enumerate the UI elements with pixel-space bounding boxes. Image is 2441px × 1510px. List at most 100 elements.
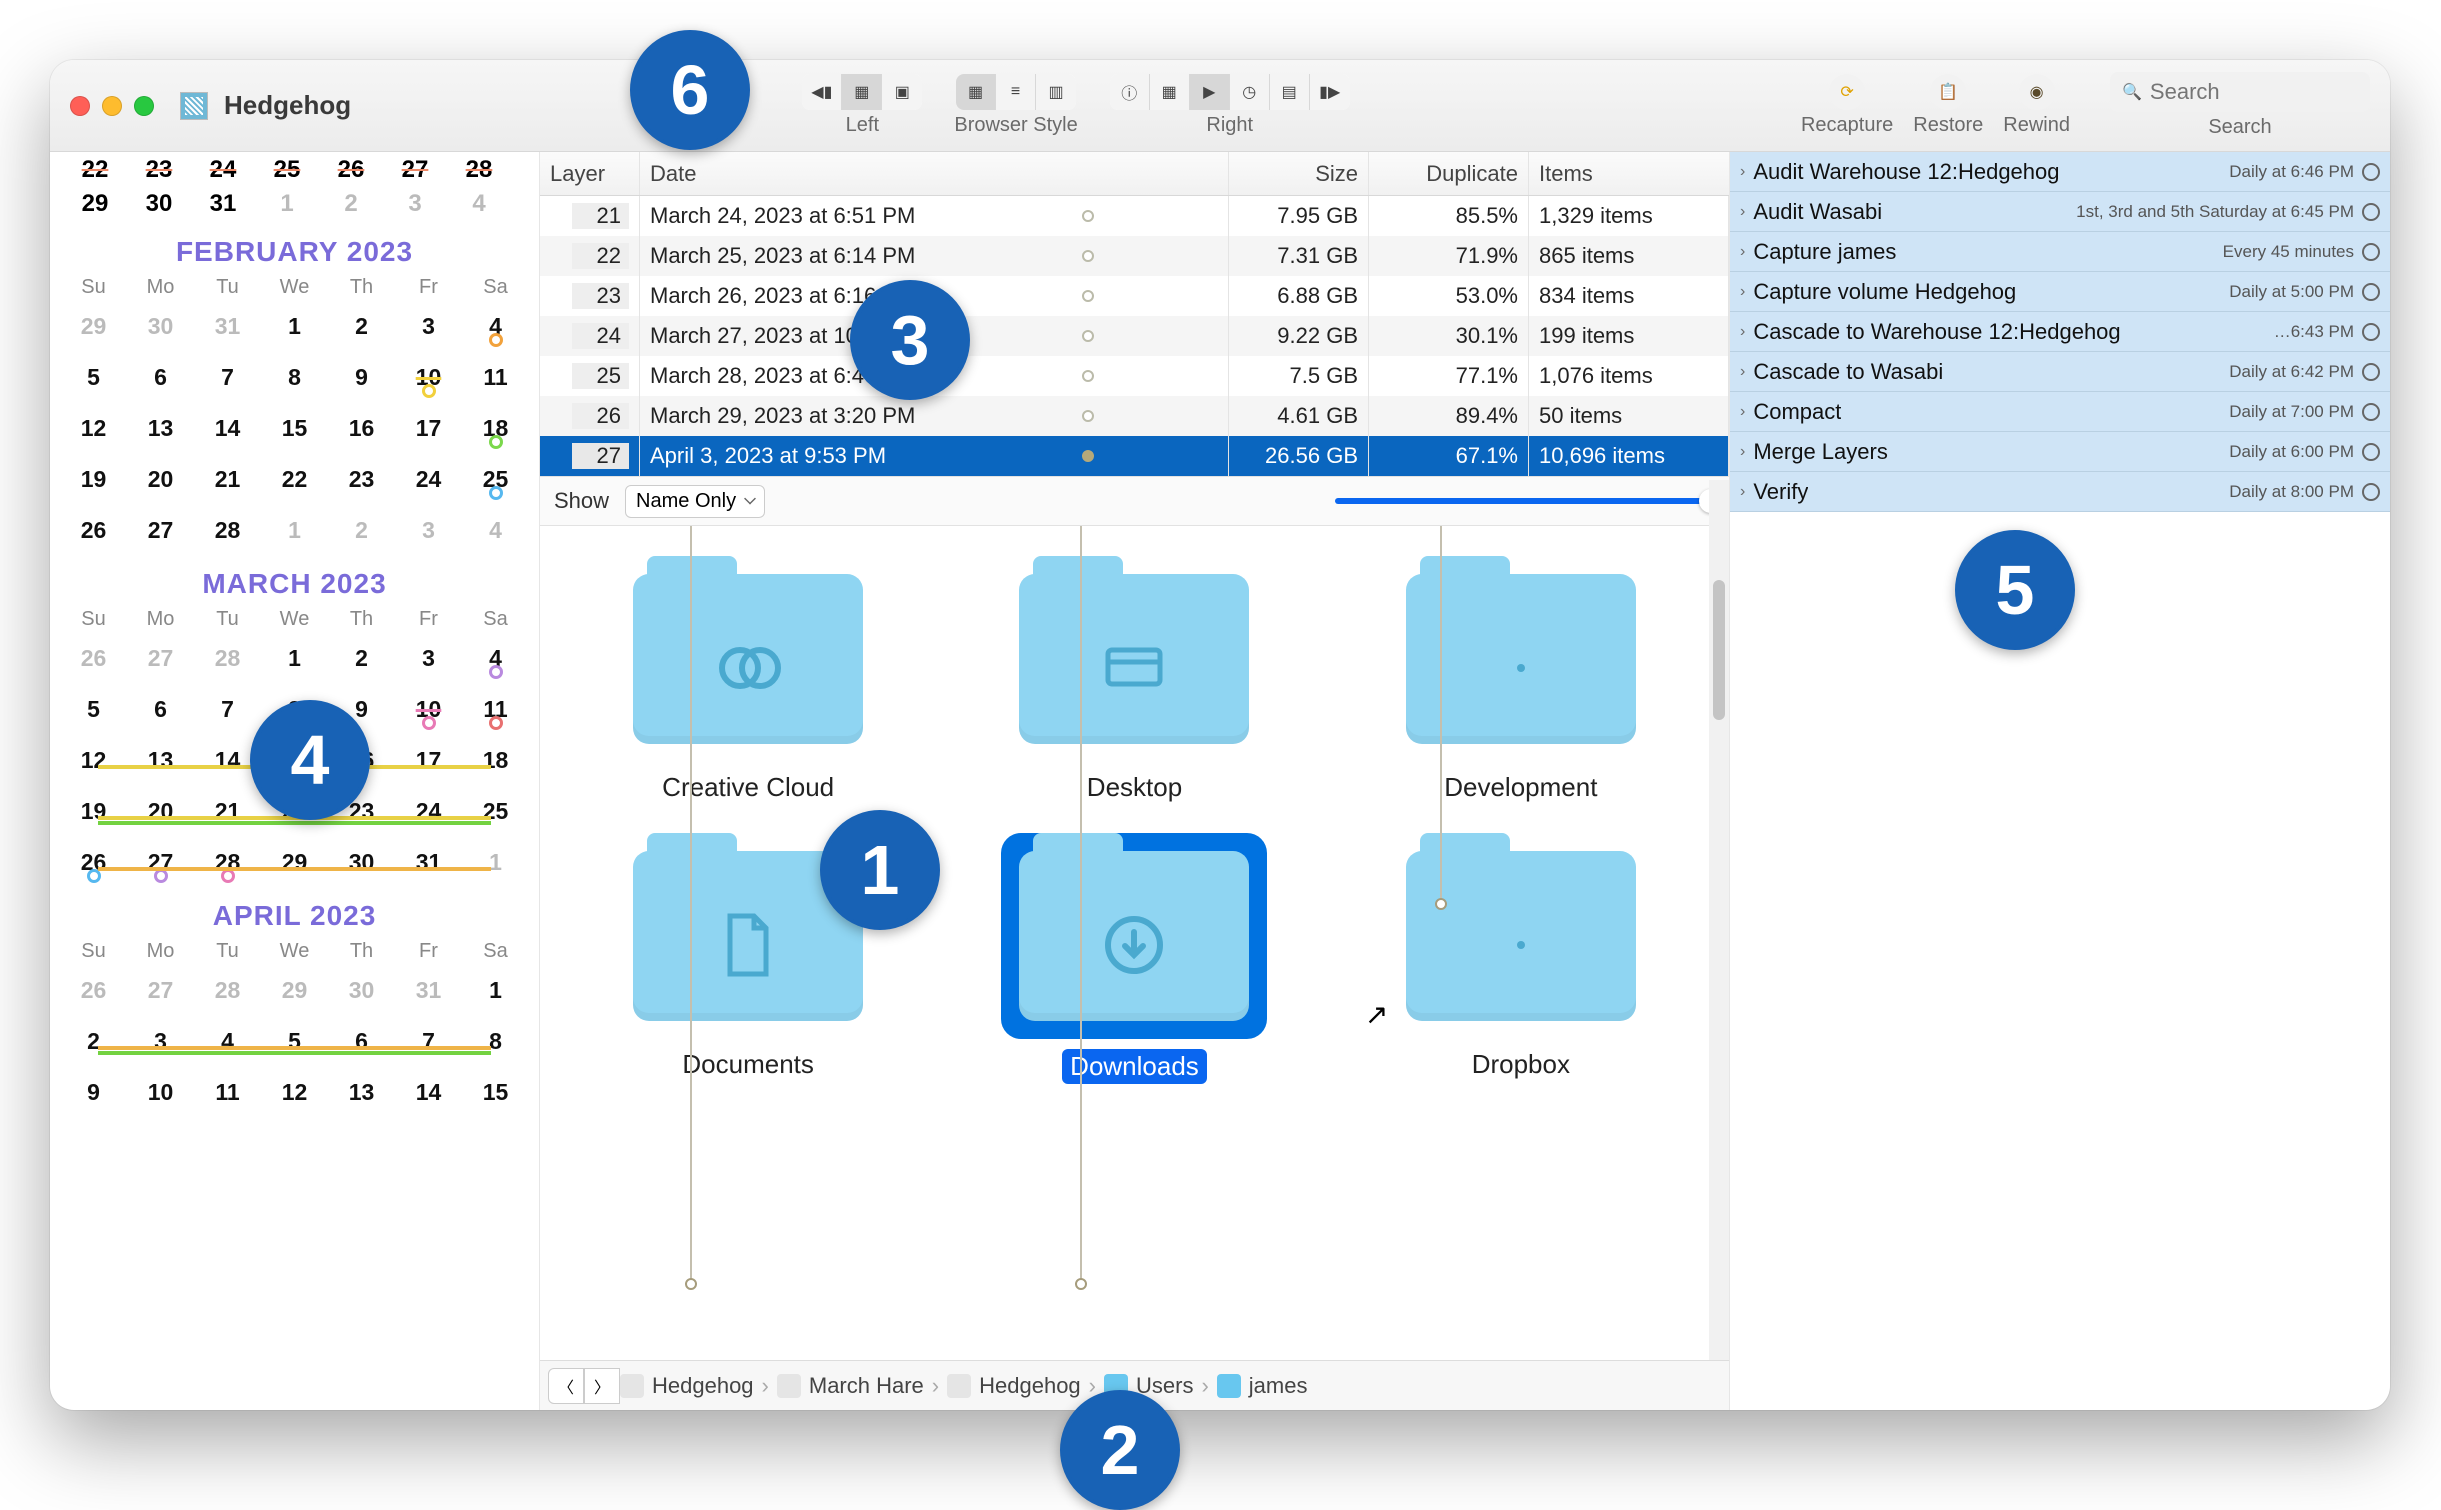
calendar-day[interactable]: 10 — [127, 1067, 194, 1118]
calendar-day[interactable]: 25 — [462, 786, 529, 837]
back-button[interactable]: 〈 — [548, 1368, 584, 1404]
calendar-day[interactable]: 30 — [328, 837, 395, 888]
calendar-day[interactable]: 26 — [60, 505, 127, 556]
layer-row[interactable]: 26 March 29, 2023 at 3:20 PM 4.61 GB 89.… — [540, 396, 1729, 436]
task-row[interactable]: › Cascade to Wasabi Daily at 6:42 PM — [1730, 352, 2390, 392]
breadcrumb[interactable]: Hedgehog›March Hare›Hedgehog›Users›james — [620, 1373, 1307, 1399]
task-row[interactable]: › Capture volume Hedgehog Daily at 5:00 … — [1730, 272, 2390, 312]
calendar-day[interactable]: 12 — [60, 735, 127, 786]
calendar-day[interactable]: 1 — [261, 301, 328, 352]
calendar-day[interactable]: 31 — [194, 301, 261, 352]
calendar-day[interactable]: 14 — [395, 1067, 462, 1118]
right-clock-button[interactable]: ◷ — [1230, 74, 1270, 110]
calendar-day[interactable]: 2 — [60, 1016, 127, 1067]
calendar-day[interactable]: 24 — [395, 786, 462, 837]
calendar-day[interactable]: 1 — [462, 965, 529, 1016]
calendar-day[interactable]: 27 — [127, 965, 194, 1016]
calendar-day[interactable]: 21 — [194, 786, 261, 837]
calendar-day[interactable]: 17 — [395, 403, 462, 454]
calendar-day[interactable]: 19 — [60, 786, 127, 837]
calendar-day[interactable]: 10 — [395, 684, 462, 735]
calendar-day[interactable]: 18 — [462, 735, 529, 786]
right-doc-button[interactable]: ▤ — [1270, 74, 1310, 110]
right-play-button[interactable]: ▶ — [1190, 74, 1230, 110]
calendar-day[interactable]: 4 — [462, 301, 529, 352]
calendar-day[interactable]: 25 — [462, 454, 529, 505]
right-info-button[interactable]: ⓘ — [1110, 74, 1150, 110]
calendar-day[interactable]: 6 — [328, 1016, 395, 1067]
task-row[interactable]: › Verify Daily at 8:00 PM — [1730, 472, 2390, 512]
calendar-day[interactable]: 13 — [127, 403, 194, 454]
calendar-day[interactable]: 18 — [462, 403, 529, 454]
calendar-day[interactable]: 28 — [194, 505, 261, 556]
col-date[interactable]: Date — [640, 152, 1229, 195]
calendar-day[interactable]: 17 — [395, 735, 462, 786]
right-panel-collapse-button[interactable]: ▮▶ — [1310, 74, 1350, 110]
zoom-slider[interactable] — [781, 498, 1715, 504]
col-duplicate[interactable]: Duplicate — [1369, 152, 1529, 195]
task-row[interactable]: › Cascade to Warehouse 12:Hedgehog …6:43… — [1730, 312, 2390, 352]
calendar-day[interactable]: 5 — [60, 684, 127, 735]
calendar-day[interactable]: 29 — [261, 965, 328, 1016]
calendar-day[interactable]: 16 — [328, 403, 395, 454]
path-segment[interactable]: Hedgehog — [979, 1373, 1081, 1399]
calendar-day[interactable]: 21 — [194, 454, 261, 505]
calendar-day[interactable]: 2 — [328, 505, 395, 556]
calendar-day[interactable]: 2 — [328, 633, 395, 684]
calendar-day[interactable]: 7 — [395, 1016, 462, 1067]
calendar-day[interactable]: 15 — [261, 403, 328, 454]
calendar-day[interactable]: 30 — [127, 301, 194, 352]
layer-row[interactable]: 27 April 3, 2023 at 9:53 PM 26.56 GB 67.… — [540, 436, 1729, 476]
layer-row[interactable]: 23 March 26, 2023 at 6:16 PM 6.88 GB 53.… — [540, 276, 1729, 316]
task-row[interactable]: › Audit Wasabi 1st, 3rd and 5th Saturday… — [1730, 192, 2390, 232]
calendar-day[interactable]: 28 — [194, 633, 261, 684]
calendar-day[interactable]: 19 — [60, 454, 127, 505]
calendar-day[interactable]: 13 — [328, 1067, 395, 1118]
left-panel-calendar-button[interactable]: ▦ — [842, 74, 882, 110]
calendar-day[interactable]: 11 — [462, 352, 529, 403]
task-row[interactable]: › Audit Warehouse 12:Hedgehog Daily at 6… — [1730, 152, 2390, 192]
calendar-day[interactable]: 8 — [462, 1016, 529, 1067]
calendar-day[interactable]: 10 — [395, 352, 462, 403]
col-size[interactable]: Size — [1229, 152, 1369, 195]
calendar-day[interactable]: 9 — [328, 352, 395, 403]
layer-row[interactable]: 21 March 24, 2023 at 6:51 PM 7.95 GB 85.… — [540, 196, 1729, 236]
search-field[interactable]: 🔍 — [2110, 72, 2370, 112]
calendar-day[interactable]: 1 — [261, 633, 328, 684]
calendar-day[interactable]: 1 — [261, 505, 328, 556]
show-mode-select[interactable]: Name Only — [625, 485, 765, 518]
task-row[interactable]: › Capture james Every 45 minutes — [1730, 232, 2390, 272]
calendar-day[interactable]: 3 — [395, 505, 462, 556]
calendar-day[interactable]: 1 — [462, 837, 529, 888]
forward-button[interactable]: 〉 — [584, 1368, 620, 1404]
calendar-day[interactable]: 6 — [127, 352, 194, 403]
calendar-day[interactable]: 4 — [462, 505, 529, 556]
view-icons-button[interactable]: ▦ — [956, 74, 996, 110]
path-segment[interactable]: March Hare — [809, 1373, 924, 1399]
calendar-day[interactable]: 22 — [261, 454, 328, 505]
layer-row[interactable]: 25 March 28, 2023 at 6:46 PM 7.5 GB 77.1… — [540, 356, 1729, 396]
folder-item[interactable]: Development — [1333, 556, 1709, 803]
folder-item[interactable]: ↗Dropbox — [1333, 833, 1709, 1084]
col-items[interactable]: Items — [1529, 152, 1729, 195]
layer-row[interactable]: 22 March 25, 2023 at 6:14 PM 7.31 GB 71.… — [540, 236, 1729, 276]
calendar-day[interactable]: 26 — [60, 965, 127, 1016]
calendar-day[interactable]: 5 — [60, 352, 127, 403]
col-layer[interactable]: Layer — [540, 152, 640, 195]
calendar-day[interactable]: 26 — [60, 633, 127, 684]
calendar-day[interactable]: 31 — [395, 965, 462, 1016]
calendar-day[interactable]: 9 — [60, 1067, 127, 1118]
calendar-day[interactable]: 28 — [194, 965, 261, 1016]
calendar-day[interactable]: 29 — [261, 837, 328, 888]
calendar-day[interactable]: 23 — [328, 454, 395, 505]
calendar-day[interactable]: 12 — [261, 1067, 328, 1118]
calendar-day[interactable]: 28 — [194, 837, 261, 888]
calendar-day[interactable]: 8 — [261, 352, 328, 403]
calendar-day[interactable]: 27 — [127, 837, 194, 888]
calendar-day[interactable]: 15 — [462, 1067, 529, 1118]
calendar-day[interactable]: 24 — [395, 454, 462, 505]
left-panel-list-button[interactable]: ▣ — [882, 74, 922, 110]
left-panel-collapse-button[interactable]: ◀▮ — [802, 74, 842, 110]
calendar-day[interactable]: 20 — [127, 454, 194, 505]
rewind-icon[interactable]: ◉ — [2019, 74, 2055, 110]
